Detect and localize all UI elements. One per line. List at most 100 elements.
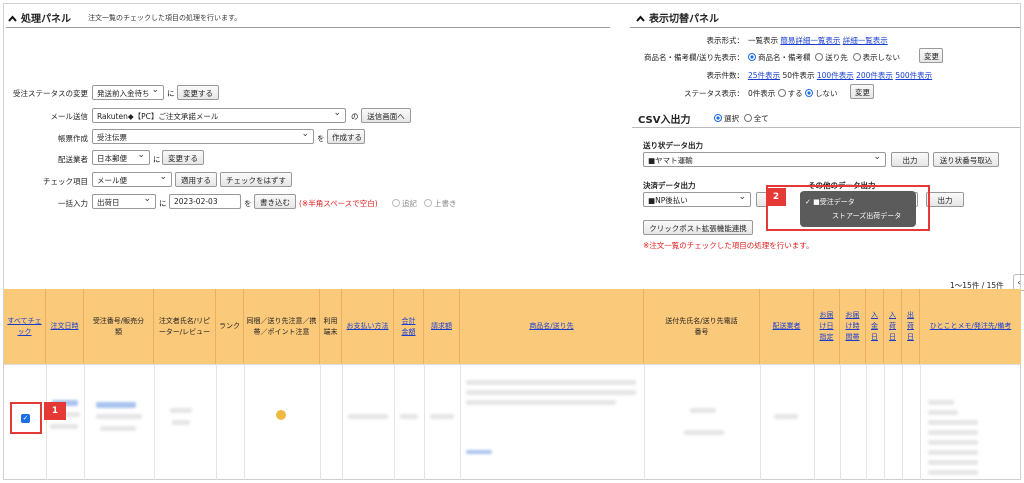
- divider: [394, 364, 395, 480]
- detail-list-link[interactable]: 詳細一覧表示: [843, 36, 888, 45]
- chevron-up-icon: [8, 14, 17, 25]
- blurred-date: [50, 424, 78, 429]
- header-carrier[interactable]: 配送業者: [760, 289, 814, 364]
- divider: [154, 364, 155, 480]
- blurred-ship-link: [466, 450, 492, 454]
- count-100-link[interactable]: 100件表示: [817, 71, 854, 80]
- product-radio-3[interactable]: 表示しない: [852, 53, 900, 62]
- product-radio-1[interactable]: 商品名・備考欄: [748, 53, 811, 62]
- overwrite-radio[interactable]: 上書き: [424, 198, 457, 209]
- mail-send-screen-button[interactable]: 送信画面へ: [361, 108, 411, 123]
- carrier-joiner: に: [153, 155, 161, 164]
- radio-icon: [805, 89, 814, 97]
- write-button[interactable]: 書き込む: [254, 194, 296, 209]
- carrier-change-button[interactable]: 変更する: [162, 150, 204, 165]
- radio-icon: [777, 89, 786, 97]
- mail-template-select[interactable]: Rakuten◆【PC】ご注文承諾メール: [92, 108, 346, 123]
- dropdown-option-order-data[interactable]: ✓ ■受注データ: [805, 197, 855, 207]
- csv-radio-all[interactable]: 全て: [743, 114, 769, 123]
- settlement-select[interactable]: ■NP後払い: [643, 192, 751, 207]
- other-output-button[interactable]: 出力: [926, 192, 964, 207]
- dropdown-option-stores-shipping[interactable]: ストアーズ出荷データ: [832, 211, 901, 221]
- uncheck-button[interactable]: チェックをはずす: [220, 172, 292, 187]
- radio-icon: [815, 53, 824, 61]
- mail-joiner: の: [351, 112, 359, 121]
- csv-radio-selected[interactable]: 選択: [714, 114, 739, 123]
- header-pay-date[interactable]: 入金日: [866, 289, 884, 364]
- header-memo[interactable]: ひとことメモ/発注先/備考: [920, 289, 1021, 364]
- append-radio[interactable]: 追記: [392, 198, 417, 209]
- header-billing[interactable]: 請求額: [424, 289, 460, 364]
- divider: [840, 364, 841, 480]
- csv-title: CSV入出力: [638, 115, 691, 126]
- blurred-customer: [170, 408, 192, 413]
- header-ship-to: 送付先氏名/送り先電話番号: [644, 289, 760, 364]
- blurred-billing: [430, 414, 454, 419]
- divider: [902, 364, 903, 480]
- status-display-change-button[interactable]: 変更: [850, 84, 874, 99]
- tracking-import-button[interactable]: 送り状番号取込: [933, 152, 999, 167]
- header-check-all[interactable]: すべてチェック: [4, 289, 46, 364]
- divider: [920, 364, 921, 480]
- blurred-product: [466, 380, 636, 385]
- row-checkbox[interactable]: ✓: [21, 414, 30, 423]
- process-panel-title[interactable]: 処理パネル: [8, 10, 71, 25]
- display-panel-title[interactable]: 表示切替パネル: [636, 10, 719, 25]
- radio-icon: [392, 199, 400, 207]
- apply-button[interactable]: 適用する: [175, 172, 217, 187]
- divider: [6, 27, 610, 28]
- status-radio-off[interactable]: しない: [805, 89, 838, 98]
- divider: [884, 364, 885, 480]
- status-change-button[interactable]: 変更する: [177, 85, 219, 100]
- header-delivery-time[interactable]: お届け時間帯: [840, 289, 866, 364]
- bulk-date-input[interactable]: 2023-02-03: [169, 194, 241, 209]
- status-display-label: ステータス表示：: [684, 89, 744, 98]
- product-radio-2[interactable]: 送り先: [815, 53, 848, 62]
- count-500-link[interactable]: 500件表示: [895, 71, 932, 80]
- csv-note: ※注文一覧のチェックした項目の処理を行います。: [643, 241, 814, 250]
- blurred-ship-to: [690, 408, 716, 413]
- bulk-joiner2: を: [244, 199, 252, 208]
- divider: [814, 364, 815, 480]
- blurred-carrier: [774, 414, 798, 419]
- shipping-select[interactable]: ■ヤマト運輸: [643, 152, 886, 167]
- blurred-order-no: [96, 414, 142, 419]
- header-ship-in[interactable]: 入荷日: [884, 289, 902, 364]
- header-ship-out[interactable]: 出荷日: [902, 289, 920, 364]
- header-customer: 注文者氏名/リピーター/レビュー: [154, 289, 216, 364]
- status-joiner: に: [167, 89, 175, 98]
- divider: [320, 364, 321, 480]
- product-display-label: 商品名・備考欄/送り先表示：: [643, 53, 744, 62]
- count-200-link[interactable]: 200件表示: [856, 71, 893, 80]
- count-label: 表示件数：: [706, 71, 745, 80]
- carrier-select[interactable]: 日本郵便: [92, 150, 150, 165]
- radio-icon: [748, 53, 756, 61]
- check-item-select[interactable]: メール便: [92, 172, 172, 187]
- header-product[interactable]: 商品名/送り先: [460, 289, 644, 364]
- shipping-output-button[interactable]: 出力: [891, 152, 929, 167]
- blurred-memo: [928, 460, 978, 465]
- divider: [632, 127, 1020, 128]
- clickpost-button[interactable]: クリックポスト拡張機能連携: [643, 220, 753, 235]
- divider: [424, 364, 425, 480]
- status-select[interactable]: 発送前入金待ち: [92, 85, 164, 100]
- header-payment[interactable]: お支払い方法: [342, 289, 394, 364]
- simple-detail-link[interactable]: 簡易詳細一覧表示: [780, 36, 840, 45]
- blurred-memo: [928, 420, 978, 425]
- product-change-button[interactable]: 変更: [919, 48, 943, 63]
- form-create-button[interactable]: 作成する: [327, 129, 365, 144]
- checkmark-icon: ✓: [805, 198, 811, 206]
- form-select[interactable]: 受注伝票: [92, 129, 314, 144]
- count-25-link[interactable]: 25件表示: [748, 71, 780, 80]
- header-total[interactable]: 合計金額: [394, 289, 424, 364]
- header-order-date[interactable]: 注文日時: [46, 289, 84, 364]
- bulk-field-select[interactable]: 出荷日: [92, 194, 156, 209]
- header-order-no[interactable]: 受注番号/販売分類: [84, 289, 154, 364]
- header-delivery-date[interactable]: お届け日指定: [814, 289, 840, 364]
- blurred-order-no: [96, 402, 136, 408]
- bundle-status-icon: [276, 410, 286, 420]
- status-change-label: 受注ステータスの変更: [13, 89, 88, 98]
- status-radio-on[interactable]: する: [777, 89, 803, 98]
- header-rank: ランク: [216, 289, 244, 364]
- blurred-memo: [928, 400, 954, 405]
